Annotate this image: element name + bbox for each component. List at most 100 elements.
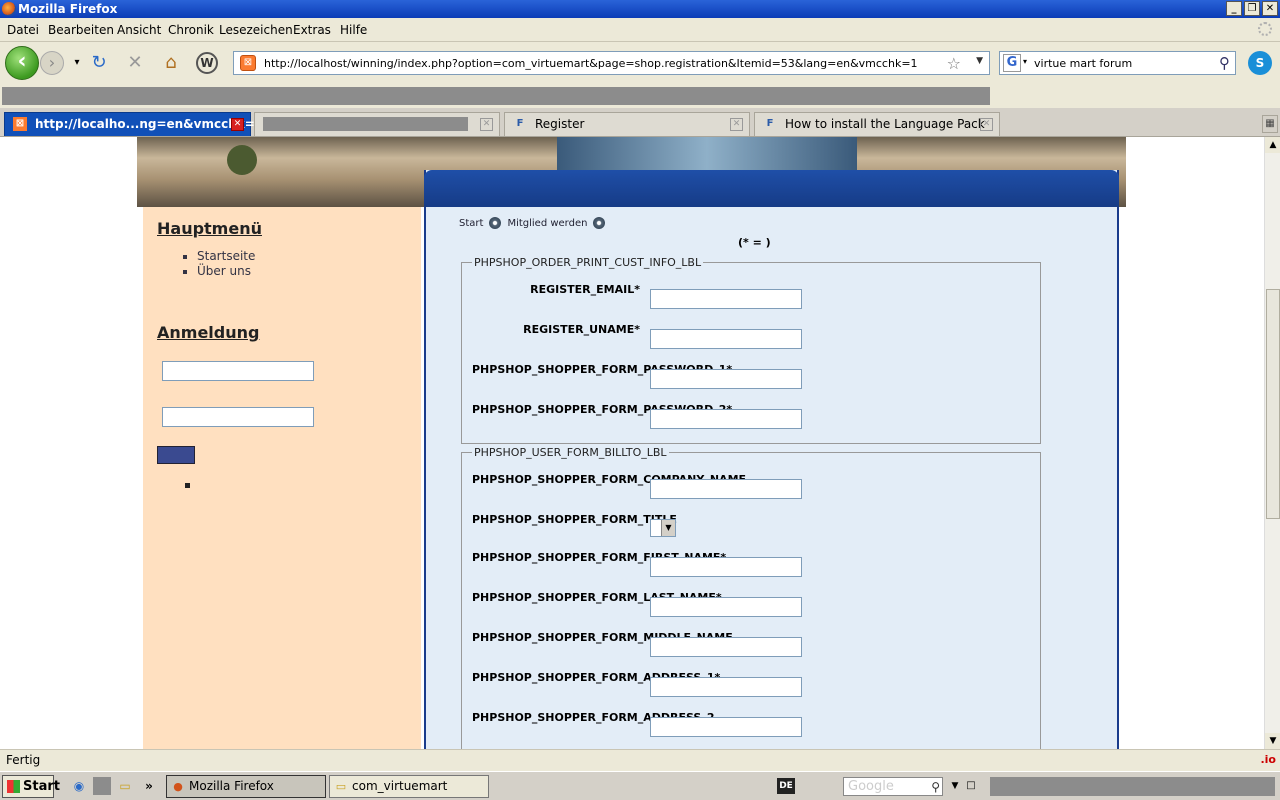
menu-ansicht[interactable]: Ansicht xyxy=(117,23,161,37)
password1-input[interactable] xyxy=(650,369,802,389)
skype-icon[interactable]: S xyxy=(1248,51,1272,75)
vertical-scrollbar[interactable]: ▲ ▼ xyxy=(1264,137,1280,749)
tab-register[interactable]: F Register ✕ xyxy=(504,112,750,136)
register-username-input[interactable] xyxy=(650,329,802,349)
email-label: REGISTER_EMAIL* xyxy=(530,283,640,296)
language-indicator[interactable]: DE xyxy=(777,778,795,794)
redacted-tab-label xyxy=(263,117,468,131)
stop-icon[interactable]: ✕ xyxy=(124,52,146,74)
address2-input[interactable] xyxy=(650,717,802,737)
billto-fieldset: PHPSHOP_USER_FORM_BILLTO_LBL PHPSHOP_SHO… xyxy=(461,446,1041,749)
menu-datei[interactable]: Datei xyxy=(7,23,39,37)
minimize-button[interactable]: _ xyxy=(1226,1,1242,16)
menu-link-ueber-uns[interactable]: Über uns xyxy=(197,264,255,279)
quicklaunch-redacted-icon[interactable] xyxy=(93,777,111,795)
username-label: REGISTER_UNAME* xyxy=(523,323,640,336)
start-button[interactable]: Start xyxy=(2,775,60,798)
tab-redacted[interactable]: ✕ xyxy=(254,112,500,136)
company-label: PHPSHOP_SHOPPER_FORM_COMPANY_NAME xyxy=(472,473,747,486)
breadcrumb: Start Mitglied werden xyxy=(459,217,611,229)
form-row-last-name: PHPSHOP_SHOPPER_FORM_LAST_NAME* xyxy=(472,591,1032,617)
menu-chronik[interactable]: Chronik xyxy=(168,23,214,37)
url-input[interactable] xyxy=(264,55,944,71)
scrollbar-thumb[interactable] xyxy=(1266,289,1280,519)
login-title: Anmeldung xyxy=(157,323,260,342)
email-input[interactable] xyxy=(650,289,802,309)
reload-icon[interactable]: ↻ xyxy=(88,52,110,74)
bookmark-star-icon[interactable]: ☆ xyxy=(947,54,961,73)
left-sidebar: Hauptmenü Startseite Über uns Anmeldung xyxy=(143,207,421,749)
url-dropdown-icon[interactable]: ▼ xyxy=(976,56,983,66)
tab-close-icon[interactable]: ✕ xyxy=(231,118,244,131)
windows-taskbar: Start ◉ ▭ » ● Mozilla Firefox ▭ com_virt… xyxy=(0,771,1280,800)
quicklaunch-more-icon[interactable]: » xyxy=(140,777,158,795)
engine-dropdown-icon[interactable]: ▾ xyxy=(1023,57,1027,66)
last-name-input[interactable] xyxy=(650,597,802,617)
breadcrumb-start[interactable]: Start xyxy=(459,218,483,229)
quicklaunch-browser-icon[interactable]: ◉ xyxy=(70,777,88,795)
middle-name-input[interactable] xyxy=(650,637,802,657)
address1-label: PHPSHOP_SHOPPER_FORM_ADDRESS_1* xyxy=(472,671,721,684)
google-restore-icon[interactable]: □ xyxy=(962,777,980,795)
search-bar[interactable]: G ▾ ⚲ xyxy=(999,51,1236,75)
restore-button[interactable]: ❐ xyxy=(1244,1,1260,16)
address1-input[interactable] xyxy=(650,677,802,697)
wordpress-icon[interactable]: W xyxy=(196,52,218,74)
form-row-password2: PHPSHOP_SHOPPER_FORM_PASSWORD_2* xyxy=(472,403,1032,429)
tab-close-icon[interactable]: ✕ xyxy=(980,118,993,131)
status-addon-icon[interactable]: .io xyxy=(1260,750,1276,770)
site-favicon-icon: ⊠ xyxy=(240,55,256,71)
google-engine-icon[interactable]: G xyxy=(1003,54,1021,72)
bookmarks-toolbar xyxy=(0,84,1280,108)
main-menu-title: Hauptmenü xyxy=(157,219,262,238)
first-name-input[interactable] xyxy=(650,557,802,577)
first-name-label: PHPSHOP_SHOPPER_FORM_FIRST_NAME* xyxy=(472,551,727,564)
close-window-button[interactable]: ✕ xyxy=(1262,1,1278,16)
tab-localhost[interactable]: ⊠ http://localho...ng=en&vmcchk=1 ✕ xyxy=(4,112,263,136)
company-input[interactable] xyxy=(650,479,802,499)
tab-close-icon[interactable]: ✕ xyxy=(480,118,493,131)
url-bar[interactable]: ⊠ ☆ ▼ xyxy=(233,51,990,75)
tab-language-pack[interactable]: F How to install the Language Pack ✕ xyxy=(754,112,1000,136)
main-content: Start Mitglied werden (* = ) PHPSHOP_ORDE… xyxy=(424,170,1119,749)
tab-bar: ⊠ http://localho...ng=en&vmcchk=1 ✕ ✕ F … xyxy=(0,108,1280,137)
quicklaunch-folder-icon[interactable]: ▭ xyxy=(116,777,134,795)
username-input[interactable] xyxy=(162,361,314,381)
task-firefox[interactable]: ● Mozilla Firefox xyxy=(166,775,326,798)
scroll-down-icon[interactable]: ▼ xyxy=(1265,733,1280,749)
menu-hilfe[interactable]: Hilfe xyxy=(340,23,367,37)
google-desktop-search[interactable]: Google ⚲ xyxy=(843,777,943,796)
task-com-virtuemart[interactable]: ▭ com_virtuemart xyxy=(329,775,489,798)
history-dropdown-icon[interactable]: ▾ xyxy=(66,52,88,74)
menu-link-startseite[interactable]: Startseite xyxy=(197,249,255,264)
forward-button[interactable]: › xyxy=(40,51,64,75)
form-row-address1: PHPSHOP_SHOPPER_FORM_ADDRESS_1* xyxy=(472,671,1032,697)
forum-favicon-icon: F xyxy=(516,118,524,129)
list-all-tabs-icon[interactable]: ▦ xyxy=(1262,115,1278,133)
search-icon[interactable]: ⚲ xyxy=(1219,54,1230,72)
login-button[interactable] xyxy=(157,446,195,464)
scroll-up-icon[interactable]: ▲ xyxy=(1265,137,1280,153)
back-button[interactable]: ‹ xyxy=(5,46,39,80)
breadcrumb-mitglied[interactable]: Mitglied werden xyxy=(507,218,587,229)
list-bullet xyxy=(185,483,190,488)
status-text: Fertig xyxy=(6,753,41,767)
menu-bearbeiten[interactable]: Bearbeiten xyxy=(48,23,114,37)
required-note: (* = ) xyxy=(738,236,771,249)
breadcrumb-separator-icon xyxy=(489,217,502,229)
tab-close-icon[interactable]: ✕ xyxy=(730,118,743,131)
folder-task-icon: ▭ xyxy=(335,780,347,793)
password-input[interactable] xyxy=(162,407,314,427)
home-icon[interactable]: ⌂ xyxy=(160,52,182,74)
status-bar: Fertig .io xyxy=(0,749,1280,771)
search-icon[interactable]: ⚲ xyxy=(931,779,940,796)
password2-input[interactable] xyxy=(650,409,802,429)
forum-favicon-icon: F xyxy=(766,118,774,129)
title-select[interactable]: ▼ xyxy=(650,519,676,537)
menu-extras[interactable]: Extras xyxy=(293,23,331,37)
search-input[interactable] xyxy=(1034,55,1209,71)
form-row-first-name: PHPSHOP_SHOPPER_FORM_FIRST_NAME* xyxy=(472,551,1032,577)
throbber-icon xyxy=(1258,22,1272,36)
firefox-icon xyxy=(2,2,16,16)
menu-lesezeichen[interactable]: Lesezeichen xyxy=(219,23,293,37)
